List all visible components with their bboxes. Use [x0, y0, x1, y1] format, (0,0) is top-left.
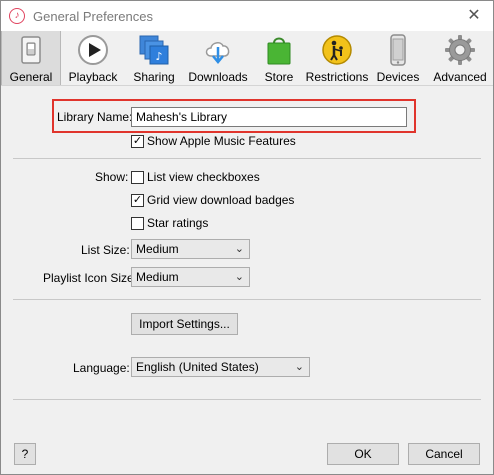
star-ratings-checkbox[interactable] — [131, 216, 144, 230]
window-title: General Preferences — [33, 8, 153, 24]
show-label: Show: — [95, 170, 129, 184]
list-size-select[interactable]: Medium ⌄ — [131, 239, 250, 259]
cloud-download-icon — [202, 34, 234, 66]
music-note-icon: ♪ — [9, 8, 25, 24]
tab-sharing[interactable]: ♪ Sharing — [125, 31, 183, 85]
playlist-icon-size-value: Medium — [136, 270, 179, 284]
import-settings-button[interactable]: Import Settings... — [131, 313, 238, 335]
preferences-toolbar: General Playback ♪ Sharing Downloads Sto… — [1, 31, 493, 86]
apple-music-row: ✓ Show Apple Music Features — [131, 134, 296, 148]
phone-icon — [382, 34, 414, 66]
tab-downloads-label: Downloads — [188, 70, 248, 84]
list-size-label-row: List Size: — [81, 243, 130, 257]
divider — [13, 158, 481, 159]
grid-view-badges-label: Grid view download badges — [147, 193, 295, 207]
tab-playback[interactable]: Playback — [61, 31, 125, 85]
chevron-down-icon: ⌄ — [294, 361, 304, 373]
library-name-input[interactable] — [131, 107, 407, 127]
chevron-down-icon: ⌄ — [234, 243, 244, 255]
playlist-icon-size-label: Playlist Icon Size: — [43, 271, 138, 285]
language-label-row: Language: — [73, 361, 130, 375]
gear-icon — [444, 34, 476, 66]
switch-icon — [15, 34, 47, 66]
tab-general-label: General — [9, 70, 53, 84]
help-button[interactable]: ? — [14, 443, 36, 465]
language-select[interactable]: English (United States) ⌄ — [131, 357, 310, 377]
tab-sharing-label: Sharing — [133, 70, 175, 84]
list-view-checkboxes-label: List view checkboxes — [147, 170, 260, 184]
divider — [13, 299, 481, 300]
close-button[interactable]: ✕ — [465, 7, 483, 25]
chevron-down-icon: ⌄ — [234, 271, 244, 283]
tab-devices[interactable]: Devices — [369, 31, 427, 85]
star-ratings-row: Star ratings — [131, 216, 208, 230]
title-bar: ♪ General Preferences ✕ — [1, 1, 493, 31]
playlist-icon-size-select[interactable]: Medium ⌄ — [131, 267, 250, 287]
divider — [13, 399, 481, 400]
list-size-label: List Size: — [81, 243, 130, 257]
tab-devices-label: Devices — [376, 70, 420, 84]
apple-music-label: Show Apple Music Features — [147, 134, 296, 148]
parental-restrictions-icon — [321, 34, 353, 66]
tab-restrictions[interactable]: Restrictions — [305, 31, 369, 85]
grid-view-badges-row: ✓ Grid view download badges — [131, 193, 294, 207]
apple-music-checkbox[interactable]: ✓ — [131, 134, 144, 148]
language-value: English (United States) — [136, 360, 259, 374]
list-view-checkboxes-row: List view checkboxes — [131, 170, 260, 184]
play-icon — [77, 34, 109, 66]
library-name-row: Library Name: — [57, 110, 132, 124]
language-label: Language: — [73, 361, 130, 375]
tab-restrictions-label: Restrictions — [305, 70, 369, 84]
show-label-row: Show: — [95, 170, 128, 184]
star-ratings-label: Star ratings — [147, 216, 209, 230]
tab-downloads[interactable]: Downloads — [183, 31, 253, 85]
tab-advanced-label: Advanced — [433, 70, 487, 84]
tab-advanced[interactable]: Advanced — [427, 31, 493, 85]
list-size-value: Medium — [136, 242, 179, 256]
tab-general[interactable]: General — [1, 31, 61, 85]
ok-button[interactable]: OK — [327, 443, 399, 465]
playlist-icon-size-label-row: Playlist Icon Size: — [43, 271, 137, 285]
tab-store[interactable]: Store — [253, 31, 305, 85]
library-name-label: Library Name: — [57, 110, 133, 124]
preferences-window: ♪ General Preferences ✕ General Playback… — [0, 0, 494, 475]
cancel-button[interactable]: Cancel — [408, 443, 480, 465]
tab-playback-label: Playback — [68, 70, 118, 84]
list-view-checkboxes-checkbox[interactable] — [131, 170, 144, 184]
tab-store-label: Store — [264, 70, 294, 84]
shopping-bag-icon — [263, 34, 295, 66]
sharing-icon: ♪ — [138, 34, 170, 66]
svg-text:♪: ♪ — [155, 50, 162, 63]
grid-view-badges-checkbox[interactable]: ✓ — [131, 193, 144, 207]
